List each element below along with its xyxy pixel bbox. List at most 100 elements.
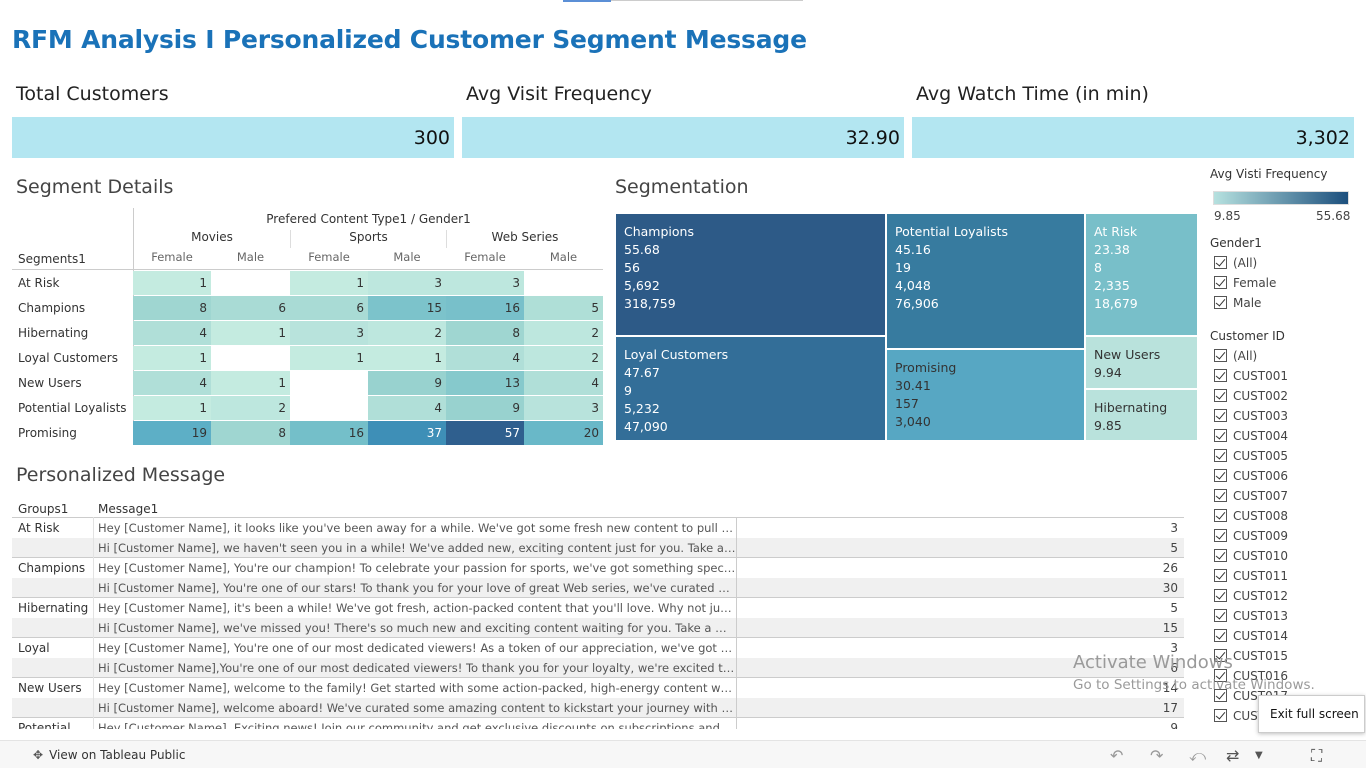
table-cell[interactable]: 16: [446, 296, 524, 320]
table-cell[interactable]: 5: [524, 296, 603, 320]
table-cell[interactable]: 1: [290, 346, 368, 370]
checkbox-checked-icon[interactable]: [1214, 569, 1227, 582]
table-cell[interactable]: 8: [446, 321, 524, 345]
revert-icon[interactable]: ⤺: [1189, 746, 1206, 766]
table-row[interactable]: Hi [Customer Name], we've missed you! Th…: [12, 618, 1184, 638]
table-cell[interactable]: 1: [290, 271, 368, 295]
table-cell[interactable]: 8: [211, 421, 290, 445]
table-cell[interactable]: 3: [524, 396, 603, 420]
treemap-node-potential-loyalists[interactable]: Potential Loyalists 45.16 19 4,048 76,906: [886, 213, 1085, 349]
table-cell[interactable]: 1: [211, 321, 290, 345]
table-cell[interactable]: 1: [133, 346, 211, 370]
table-cell[interactable]: 6: [290, 296, 368, 320]
table-cell[interactable]: 37: [368, 421, 446, 445]
checkbox-checked-icon[interactable]: [1214, 469, 1227, 482]
treemap-node-champions[interactable]: Champions 55.68 56 5,692 318,759: [615, 213, 886, 336]
table-cell[interactable]: 13: [446, 371, 524, 395]
table-cell[interactable]: 2: [524, 346, 603, 370]
checkbox-checked-icon[interactable]: [1214, 389, 1227, 402]
table-cell[interactable]: 4: [133, 371, 211, 395]
customer-filter-option[interactable]: CUST012: [1214, 589, 1288, 609]
checkbox-checked-icon[interactable]: [1214, 256, 1227, 269]
checkbox-checked-icon[interactable]: [1214, 589, 1227, 602]
exit-full-screen-tooltip[interactable]: Exit full screen: [1258, 695, 1365, 733]
chevron-down-icon[interactable]: ▼: [1255, 750, 1263, 761]
table-cell[interactable]: 4: [133, 321, 211, 345]
table-cell[interactable]: 20: [524, 421, 603, 445]
checkbox-checked-icon[interactable]: [1214, 509, 1227, 522]
checkbox-checked-icon[interactable]: [1214, 276, 1227, 289]
customer-filter-option[interactable]: CUST008: [1214, 509, 1288, 529]
table-row[interactable]: Loyal CustomersHey [Customer Name], You'…: [12, 638, 1184, 671]
checkbox-checked-icon[interactable]: [1214, 349, 1227, 362]
customer-filter-option[interactable]: (All): [1214, 349, 1257, 369]
table-row[interactable]: Champions Hey [Customer Name], You're our…: [12, 558, 1184, 578]
customer-filter-option[interactable]: CUST007: [1214, 489, 1288, 509]
table-cell[interactable]: [211, 271, 290, 295]
table-cell[interactable]: [524, 271, 603, 295]
table-cell[interactable]: 1: [211, 371, 290, 395]
table-cell[interactable]: 8: [133, 296, 211, 320]
customer-filter-option[interactable]: CUST001: [1214, 369, 1288, 389]
treemap-node-hibernating[interactable]: Hibernating 9.85: [1085, 389, 1198, 441]
table-row[interactable]: Hi [Customer Name], welcome aboard! We'v…: [12, 698, 1184, 718]
customer-filter-option[interactable]: CUST002: [1214, 389, 1288, 409]
table-row[interactable]: Hi [Customer Name], You're one of our st…: [12, 578, 1184, 598]
checkbox-checked-icon[interactable]: [1214, 369, 1227, 382]
table-cell[interactable]: [290, 396, 368, 420]
table-row[interactable]: Hi [Customer Name], we haven't seen you …: [12, 538, 1184, 558]
table-cell[interactable]: 1: [133, 271, 211, 295]
customer-filter-option[interactable]: CUST014: [1214, 629, 1288, 649]
table-cell[interactable]: 6: [211, 296, 290, 320]
table-cell[interactable]: 3: [446, 271, 524, 295]
gender-filter-option[interactable]: Male: [1214, 296, 1261, 316]
view-on-tableau-public-link[interactable]: ✥ View on Tableau Public: [33, 748, 185, 762]
table-cell[interactable]: 4: [368, 396, 446, 420]
checkbox-checked-icon[interactable]: [1214, 296, 1227, 309]
customer-filter-option[interactable]: CUST009: [1214, 529, 1288, 549]
table-cell[interactable]: 9: [368, 371, 446, 395]
customer-filter-option[interactable]: CUST006: [1214, 469, 1288, 489]
checkbox-checked-icon[interactable]: [1214, 489, 1227, 502]
checkbox-checked-icon[interactable]: [1214, 529, 1227, 542]
kpi-value-total-customers[interactable]: 300: [12, 117, 454, 158]
checkbox-checked-icon[interactable]: [1214, 629, 1227, 642]
table-row[interactable]: Hibernating Hey [Customer Name], it's bee…: [12, 598, 1184, 618]
table-cell[interactable]: 1: [368, 346, 446, 370]
checkbox-checked-icon[interactable]: [1214, 449, 1227, 462]
table-cell[interactable]: 19: [133, 421, 211, 445]
table-cell[interactable]: 2: [524, 321, 603, 345]
treemap-node-new-users[interactable]: New Users 9.94: [1085, 336, 1198, 389]
table-cell[interactable]: 57: [446, 421, 524, 445]
table-cell[interactable]: 4: [446, 346, 524, 370]
customer-filter-option[interactable]: CUST010: [1214, 549, 1288, 569]
table-cell[interactable]: 2: [368, 321, 446, 345]
checkbox-checked-icon[interactable]: [1214, 429, 1227, 442]
customer-filter-option[interactable]: CUST005: [1214, 449, 1288, 469]
table-cell[interactable]: [211, 346, 290, 370]
checkbox-checked-icon[interactable]: [1214, 409, 1227, 422]
checkbox-checked-icon[interactable]: [1214, 549, 1227, 562]
treemap-node-promising[interactable]: Promising 30.41 157 3,040: [886, 349, 1085, 441]
table-row[interactable]: At Risk Hey [Customer Name], it looks lik…: [12, 518, 1184, 538]
table-cell[interactable]: 2: [211, 396, 290, 420]
undo-icon[interactable]: ↶: [1110, 746, 1123, 765]
customer-filter-option[interactable]: CUST013: [1214, 609, 1288, 629]
table-row[interactable]: Hi [Customer Name],You're one of our mos…: [12, 658, 1184, 678]
kpi-value-avg-watch-time[interactable]: 3,302: [912, 117, 1354, 158]
table-cell[interactable]: 1: [133, 396, 211, 420]
customer-filter-option[interactable]: CUST003: [1214, 409, 1288, 429]
kpi-value-avg-visit-frequency[interactable]: 32.90: [462, 117, 904, 158]
table-cell[interactable]: 15: [368, 296, 446, 320]
gender-filter-option[interactable]: Female: [1214, 276, 1276, 296]
table-cell[interactable]: 3: [368, 271, 446, 295]
treemap-node-loyal-customers[interactable]: Loyal Customers 47.67 9 5,232 47,090: [615, 336, 886, 441]
gender-filter-option[interactable]: (All): [1214, 256, 1257, 276]
checkbox-checked-icon[interactable]: [1214, 709, 1227, 722]
table-cell[interactable]: 9: [446, 396, 524, 420]
customer-filter-option[interactable]: CUST004: [1214, 429, 1288, 449]
customer-filter-option[interactable]: CUST011: [1214, 569, 1288, 589]
redo-icon[interactable]: ↷: [1150, 746, 1163, 765]
fullscreen-icon[interactable]: ⛶: [1311, 746, 1322, 766]
table-row[interactable]: Potential Hey [Customer Name], Exciting n…: [12, 718, 1184, 729]
